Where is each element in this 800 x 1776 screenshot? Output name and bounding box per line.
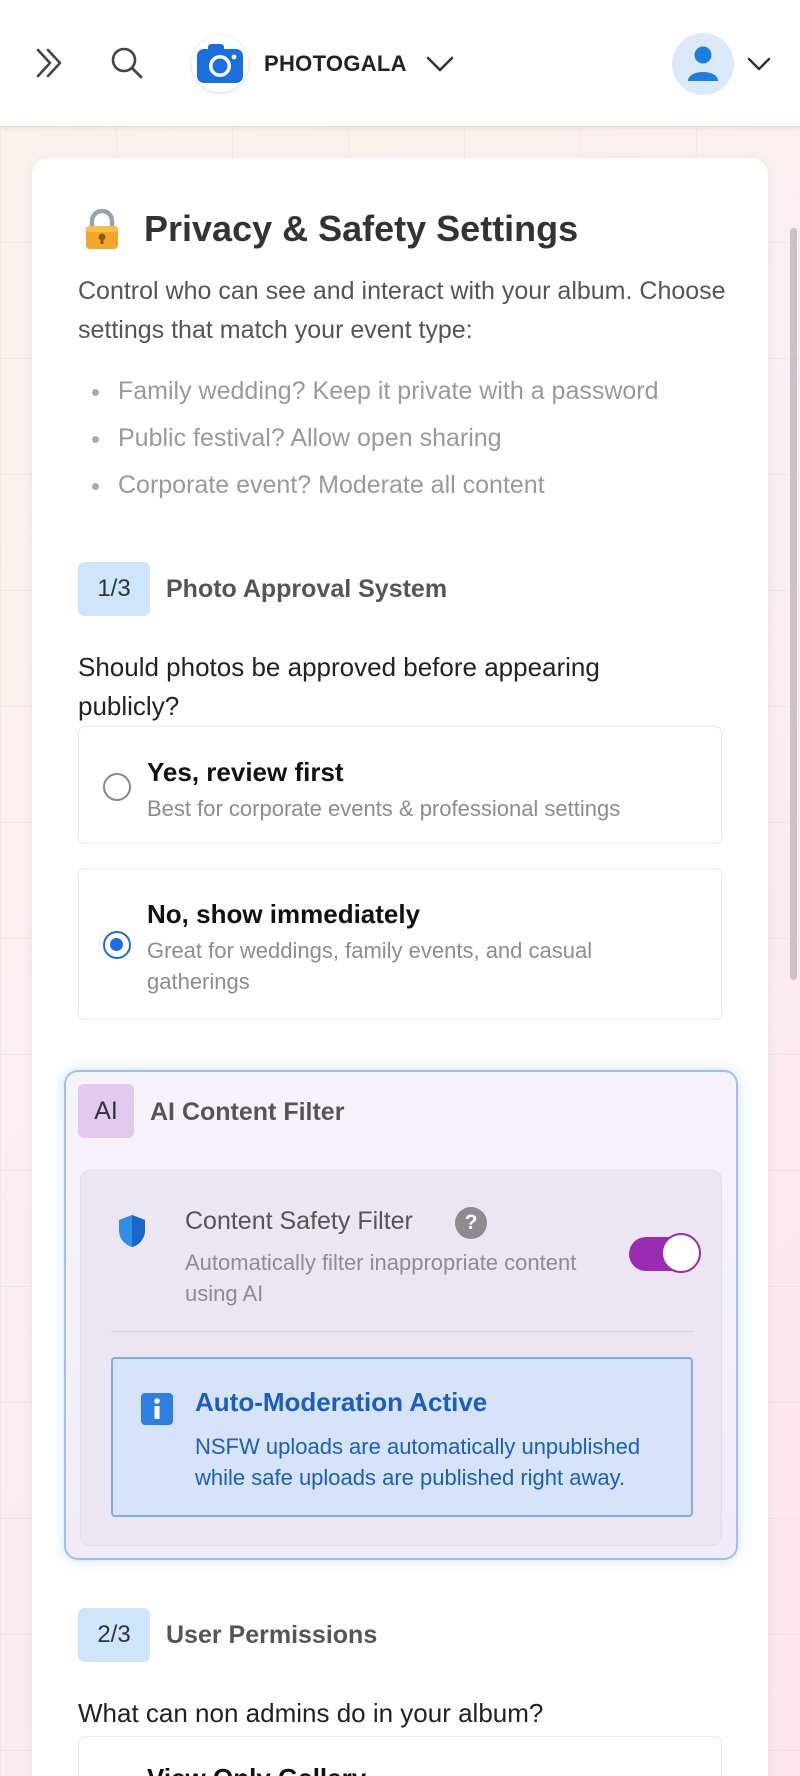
toggle-knob (661, 1233, 701, 1273)
step-badge: 1/3 (78, 562, 150, 616)
auto-moderation-notice: Auto-Moderation Active NSFW uploads are … (111, 1357, 693, 1517)
permissions-question: What can non admins do in your album? (78, 1698, 544, 1728)
top-bar: PHOTOGALA (0, 0, 800, 126)
search-button[interactable] (106, 42, 148, 84)
info-icon (141, 1393, 173, 1430)
camera-icon (197, 44, 243, 83)
approval-question: Should photos be approved before appeari… (78, 652, 600, 721)
brand-logo (192, 36, 248, 92)
page-title: Privacy & Safety Settings (144, 208, 579, 249)
shield-icon (117, 1213, 147, 1254)
filter-description: Automatically filter inappropriate conte… (185, 1250, 577, 1306)
section-photo-approval-header: 1/3 Photo Approval System (78, 562, 447, 616)
ai-section-title: AI Content Filter (150, 1098, 345, 1126)
album-switcher[interactable]: PHOTOGALA (192, 36, 455, 92)
radio-show-immediately[interactable] (103, 931, 131, 959)
ai-content-filter-panel: AI AI Content Filter Content Safety Filt… (64, 1070, 738, 1560)
list-item: Public festival? Allow open sharing (78, 415, 659, 462)
scrollbar[interactable] (790, 228, 797, 980)
event-type-tips: Family wedding? Keep it private with a p… (78, 368, 659, 509)
lock-icon (82, 208, 122, 249)
title-row: Privacy & Safety Settings (82, 208, 578, 250)
list-item: Family wedding? Keep it private with a p… (78, 368, 659, 415)
option-label: No, show immediately (147, 899, 421, 929)
ai-badge: AI (78, 1084, 134, 1138)
search-icon (111, 47, 143, 79)
notice-title: Auto-Moderation Active (195, 1387, 488, 1417)
option-view-only-gallery[interactable]: View Only Gallery (78, 1736, 722, 1776)
filter-title: Content Safety Filter (185, 1207, 413, 1235)
brand-name: PHOTOGALA (264, 51, 407, 76)
divider (111, 1331, 693, 1332)
step-badge: 2/3 (78, 1608, 150, 1662)
chevron-down-icon (425, 54, 455, 74)
section-title: User Permissions (166, 1620, 378, 1649)
list-item: Corporate event? Moderate all content (78, 462, 659, 509)
option-description: Best for corporate events & professional… (147, 796, 621, 821)
notice-text: NSFW uploads are automatically unpublish… (195, 1434, 641, 1490)
account-menu[interactable] (672, 33, 772, 95)
option-show-immediately[interactable]: No, show immediately Great for weddings,… (78, 868, 722, 1020)
double-chevron-right-icon (36, 48, 62, 78)
intro-text: Control who can see and interact with yo… (78, 277, 726, 344)
option-label: View Only Gallery (147, 1763, 366, 1776)
radio-review-first[interactable] (103, 773, 131, 801)
avatar (672, 33, 734, 95)
content-safety-card: Content Safety Filter ? Automatically fi… (80, 1170, 722, 1546)
chevron-down-icon (746, 55, 772, 73)
section-user-permissions-header: 2/3 User Permissions (78, 1608, 377, 1662)
user-icon (688, 46, 718, 81)
option-review-first[interactable]: Yes, review first Best for corporate eve… (78, 726, 722, 844)
help-icon[interactable]: ? (455, 1207, 487, 1239)
expand-sidebar-button[interactable] (28, 42, 70, 84)
privacy-settings-card: Privacy & Safety Settings Control who ca… (32, 158, 768, 1776)
option-description: Great for weddings, family events, and c… (147, 938, 593, 994)
section-title: Photo Approval System (166, 574, 448, 603)
option-label: Yes, review first (147, 757, 344, 787)
content-safety-toggle[interactable] (629, 1233, 701, 1273)
